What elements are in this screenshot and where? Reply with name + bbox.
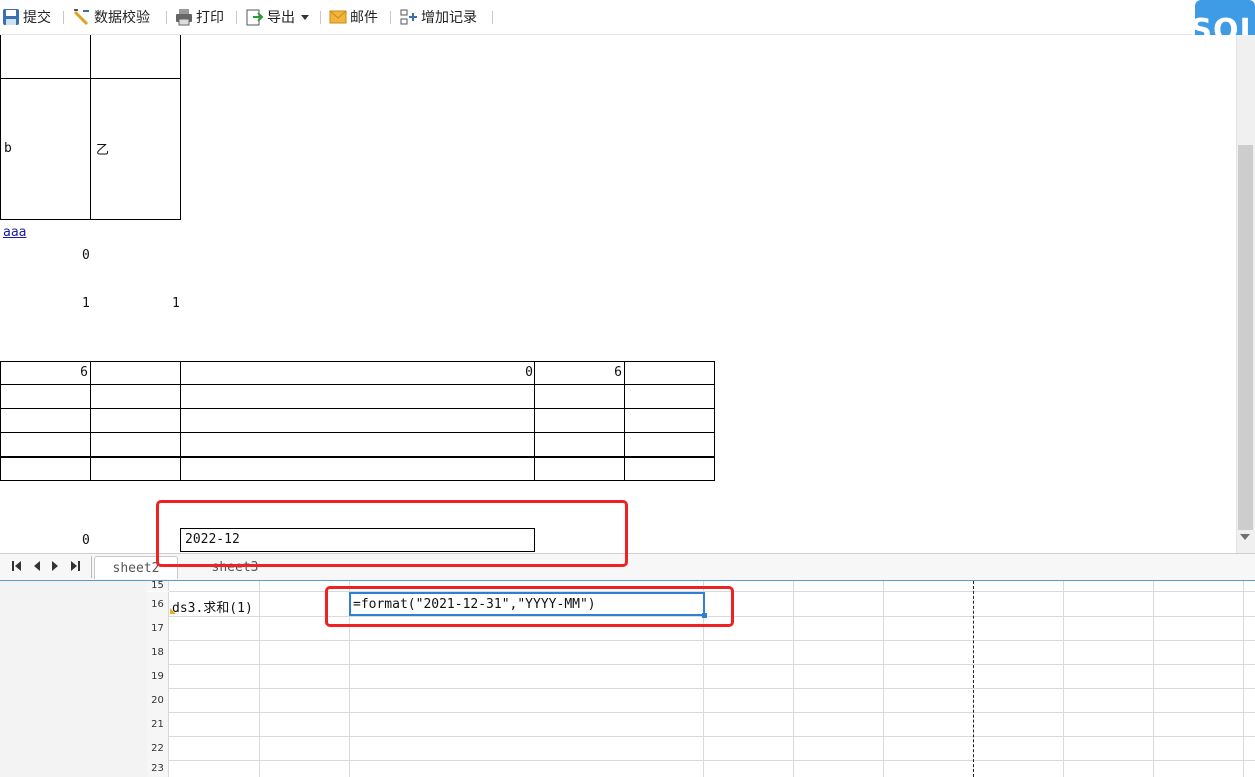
prev-sheet-icon[interactable] (32, 560, 42, 572)
add-record-button[interactable]: 增加记录 (400, 7, 477, 27)
row-b-label: b (4, 141, 12, 156)
scroll-down-arrow-icon[interactable] (1240, 534, 1250, 540)
preview-cell (0, 35, 91, 79)
cell-a16[interactable]: ds3.求和(1) (170, 592, 259, 616)
envelope-icon (329, 8, 347, 26)
first-sheet-icon[interactable] (12, 560, 22, 572)
add-record-label: 增加记录 (421, 10, 477, 26)
data-table: 6 0 6 (0, 361, 715, 481)
toolbar-divider (492, 11, 493, 24)
row-header[interactable]: 19 (147, 664, 169, 688)
sheet-tab-bar: sheet2 sheet3 (0, 553, 1255, 582)
export-icon (246, 8, 264, 26)
export-label: 导出 (267, 10, 295, 26)
mail-label: 邮件 (350, 10, 378, 26)
table-cell: 6 (80, 365, 88, 380)
row-header[interactable]: 21 (147, 712, 169, 736)
row-header[interactable]: 20 (147, 688, 169, 712)
date-field-value: 2022-12 (185, 532, 240, 547)
pencil-check-icon (73, 8, 91, 26)
row-header[interactable]: 15 (147, 580, 169, 591)
row-header[interactable]: 18 (147, 640, 169, 664)
aaa-link[interactable]: aaa (3, 225, 26, 240)
print-button[interactable]: 打印 (175, 7, 224, 27)
report-preview: b 乙 aaa 0 1 1 6 0 6 0 2022-12 (0, 35, 1236, 554)
value-zero: 0 (82, 533, 90, 548)
value-one: 1 (82, 296, 90, 311)
row-header[interactable]: 17 (147, 616, 169, 640)
tab-divider (91, 556, 92, 578)
cell-marker-icon (170, 608, 176, 614)
date-field[interactable]: 2022-12 (180, 528, 535, 552)
toolbar-divider (63, 11, 64, 24)
export-button[interactable]: 导出 (246, 7, 309, 27)
toolbar: 提交 数据校验 打印 导出 邮件 增加记录 (0, 0, 1255, 35)
submit-button[interactable]: 提交 (2, 7, 51, 27)
scrollbar-thumb[interactable] (1238, 145, 1253, 530)
toolbar-divider (320, 11, 321, 24)
row-header[interactable]: 22 (147, 736, 169, 760)
next-sheet-icon[interactable] (50, 560, 60, 572)
toolbar-divider (236, 11, 237, 24)
preview-cell (90, 35, 181, 79)
submit-label: 提交 (23, 10, 51, 26)
tab-sheet2[interactable]: sheet2 (94, 556, 178, 579)
table-cell: 6 (614, 365, 622, 380)
save-icon (2, 8, 20, 26)
cell-c16-formula: =format("2021-12-31","YYYY-MM") (353, 597, 596, 612)
data-validate-button[interactable]: 数据校验 (73, 7, 150, 27)
mail-button[interactable]: 邮件 (329, 7, 378, 27)
table-cell: 0 (525, 365, 533, 380)
tab-sheet3[interactable]: sheet3 (180, 556, 290, 578)
toolbar-divider (390, 11, 391, 24)
chevron-down-icon (301, 14, 309, 20)
row-header[interactable]: 23 (147, 760, 169, 777)
print-label: 打印 (196, 10, 224, 26)
preview-cell-b: b (0, 78, 91, 220)
fill-handle[interactable] (702, 613, 707, 618)
value-zero: 0 (82, 248, 90, 263)
value-one: 1 (172, 296, 180, 311)
printer-icon (175, 8, 193, 26)
cell-c16-selected[interactable]: =format("2021-12-31","YYYY-MM") (349, 592, 705, 616)
row-header[interactable]: 16 (147, 592, 169, 616)
row-b-value: 乙 (96, 143, 110, 158)
preview-cell-yi: 乙 (90, 78, 181, 220)
data-validate-label: 数据校验 (94, 10, 150, 26)
cell-a16-text: ds3.求和(1) (172, 601, 253, 616)
left-panel (0, 581, 147, 777)
toolbar-divider (166, 11, 167, 24)
add-row-icon (400, 8, 418, 26)
last-sheet-icon[interactable] (70, 560, 80, 572)
